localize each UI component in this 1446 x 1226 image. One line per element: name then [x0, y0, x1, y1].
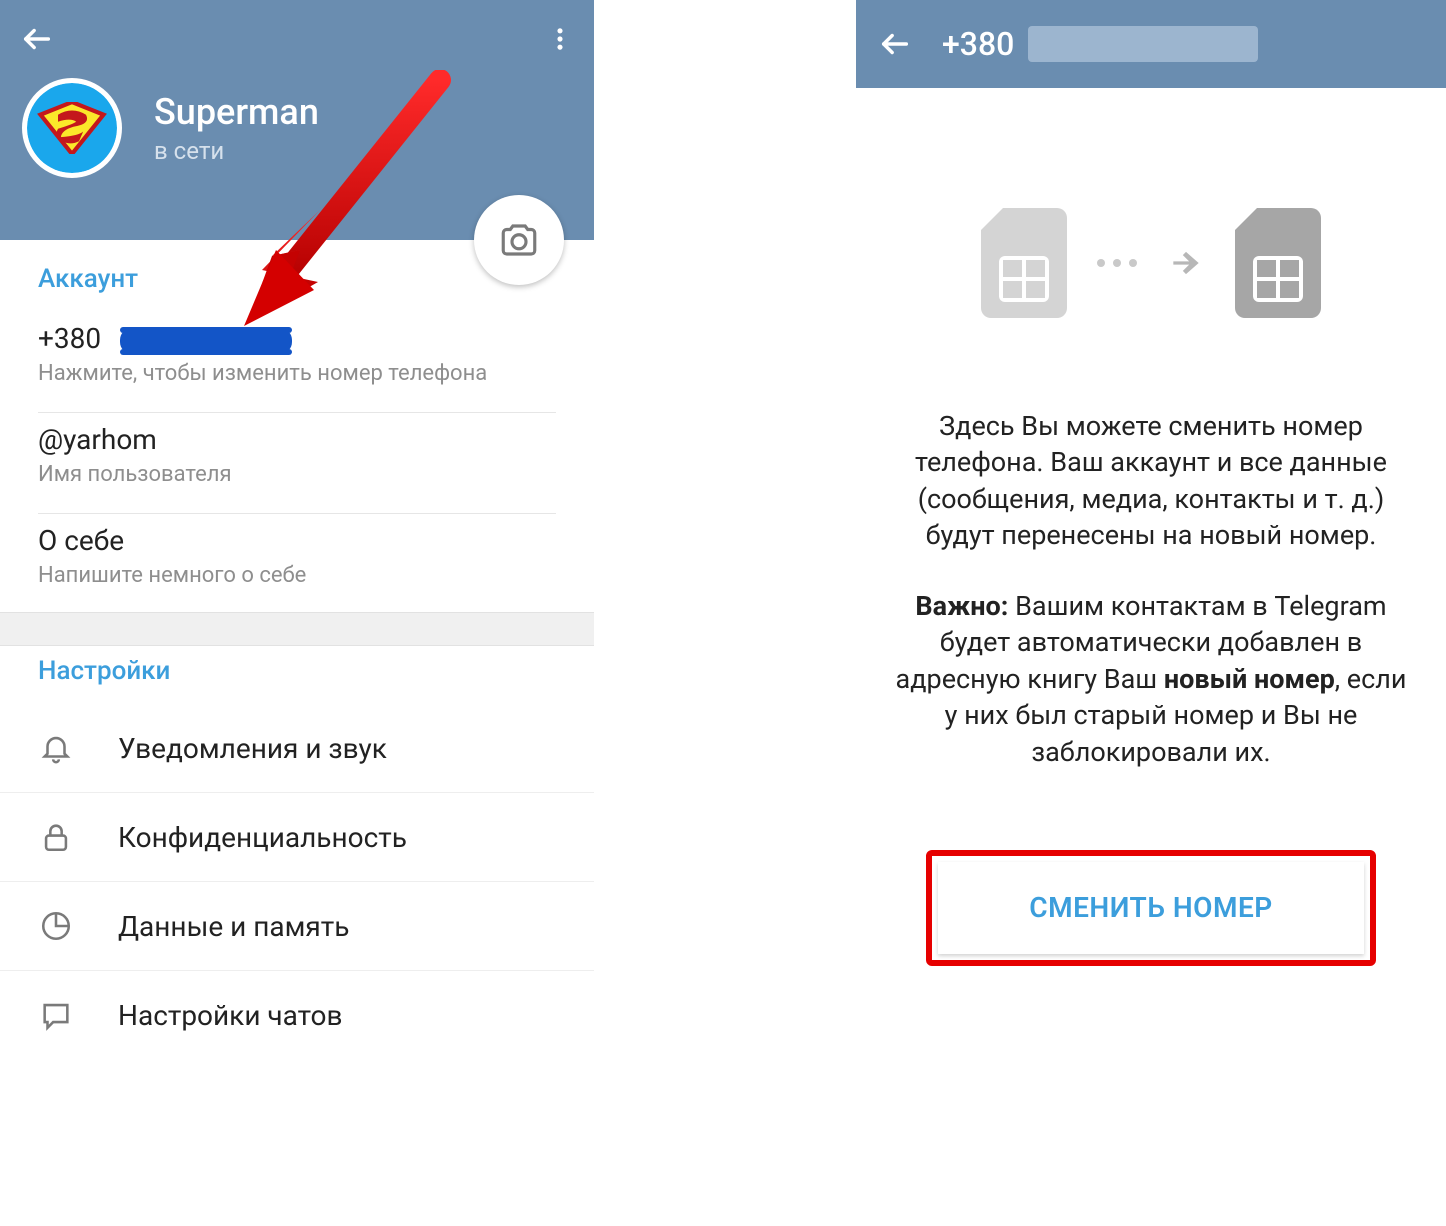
- chat-icon: [38, 997, 74, 1033]
- profile-row: Superman в сети: [0, 78, 594, 178]
- lock-icon: [38, 819, 74, 855]
- username-value: @yarhom: [38, 423, 556, 456]
- back-arrow-icon[interactable]: [20, 22, 54, 56]
- settings-section: Настройки Уведомления и звук Конфиденциа…: [0, 646, 594, 1059]
- account-section-title: Аккаунт: [38, 264, 556, 294]
- phone-hint: Нажмите, чтобы изменить номер телефона: [38, 361, 556, 386]
- profile-name: Superman: [154, 91, 319, 133]
- sim-transfer-illustration: [856, 88, 1446, 408]
- sim-card-new-icon: [1235, 208, 1321, 318]
- title-prefix: +380: [942, 25, 1014, 63]
- settings-section-title: Настройки: [0, 656, 594, 686]
- change-number-button[interactable]: СМЕНИТЬ НОМЕР: [938, 862, 1364, 954]
- section-divider: [0, 612, 594, 646]
- phone-value: +380: [38, 322, 556, 355]
- profile-status: в сети: [154, 137, 319, 165]
- bio-hint: Напишите немного о себе: [38, 563, 556, 588]
- dots-icon: [1097, 259, 1137, 267]
- avatar-image: [27, 83, 117, 173]
- arrow-right-icon: [1167, 244, 1205, 282]
- profile-header: Superman в сети: [0, 0, 594, 240]
- top-bar: +380: [856, 0, 1446, 88]
- info-paragraph-2: Важно: Вашим контактам в Telegram будет …: [892, 588, 1410, 770]
- setting-label: Конфиденциальность: [118, 821, 407, 854]
- more-vertical-icon[interactable]: [546, 25, 574, 53]
- username-row[interactable]: @yarhom Имя пользователя: [38, 413, 556, 514]
- phone-redacted: [120, 328, 292, 354]
- avatar[interactable]: [22, 78, 122, 178]
- annotation-highlight: СМЕНИТЬ НОМЕР: [926, 850, 1376, 966]
- title-redacted: [1028, 26, 1258, 62]
- settings-profile-screen: Superman в сети Аккаунт +380 Нажмите, чт…: [0, 0, 594, 1226]
- camera-fab[interactable]: [474, 195, 564, 285]
- phone-row[interactable]: +380 Нажмите, чтобы изменить номер телеф…: [38, 312, 556, 413]
- setting-chats[interactable]: Настройки чатов: [0, 971, 594, 1059]
- setting-data[interactable]: Данные и память: [0, 882, 594, 971]
- info-paragraph-1: Здесь Вы можете сменить номер телефона. …: [892, 408, 1410, 554]
- bell-icon: [38, 730, 74, 766]
- change-number-screen: +380 Здесь Вы можете сменить номер телеф…: [856, 0, 1446, 1226]
- top-bar: [0, 0, 594, 78]
- bio-row[interactable]: О себе Напишите немного о себе: [38, 514, 556, 612]
- bio-label: О себе: [38, 524, 556, 557]
- screen-title: +380: [942, 25, 1258, 63]
- info-text: Здесь Вы можете сменить номер телефона. …: [856, 408, 1446, 770]
- phone-prefix: +380: [38, 322, 101, 355]
- sim-card-old-icon: [981, 208, 1067, 318]
- setting-label: Уведомления и звук: [118, 732, 387, 765]
- back-arrow-icon[interactable]: [878, 27, 912, 61]
- important-label: Важно:: [915, 590, 1008, 622]
- setting-label: Настройки чатов: [118, 999, 343, 1032]
- setting-privacy[interactable]: Конфиденциальность: [0, 793, 594, 882]
- username-hint: Имя пользователя: [38, 462, 556, 487]
- pie-chart-icon: [38, 908, 74, 944]
- account-section: Аккаунт +380 Нажмите, чтобы изменить ном…: [0, 240, 594, 612]
- setting-label: Данные и память: [118, 910, 349, 943]
- setting-notifications[interactable]: Уведомления и звук: [0, 704, 594, 793]
